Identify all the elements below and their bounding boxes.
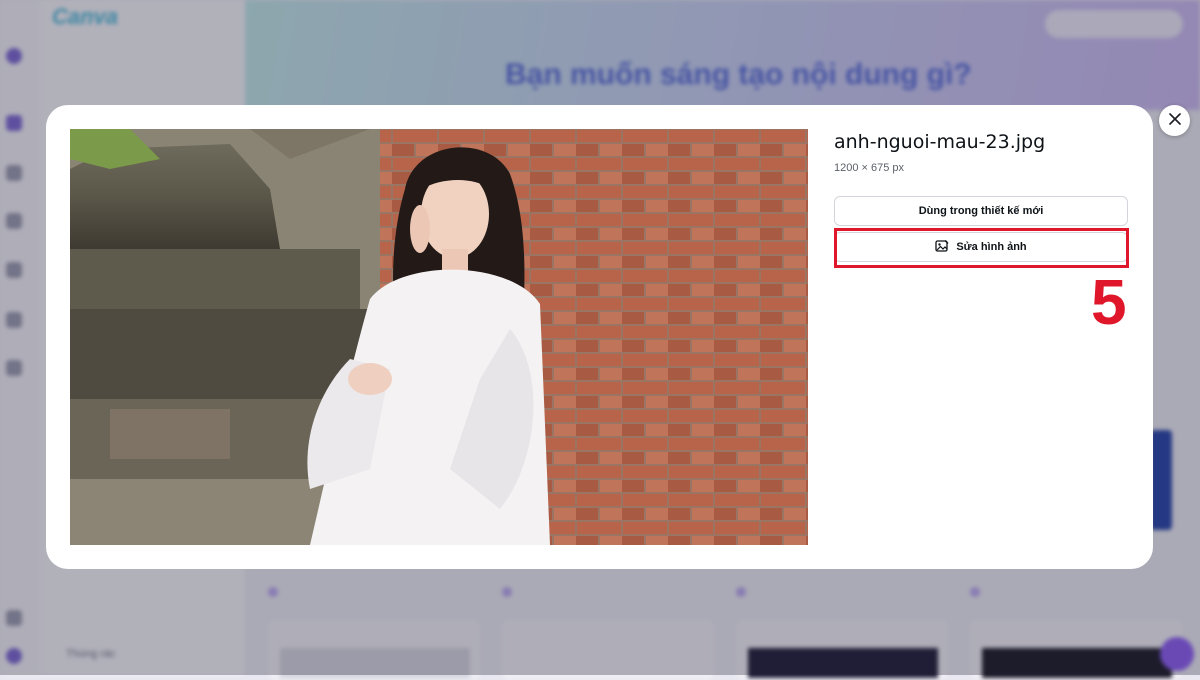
image-detail-modal: anh-nguoi-mau-23.jpg 1200 × 675 px Dùng … [46,105,1153,569]
close-button[interactable] [1159,105,1190,136]
highlight-box [834,228,1129,268]
button-label: Dùng trong thiết kế mới [918,205,1044,217]
use-in-new-design-button[interactable]: Dùng trong thiết kế mới [834,196,1128,226]
image-preview [70,129,808,545]
image-dimensions: 1200 × 675 px [834,162,905,174]
step-number: 5 [1091,266,1127,338]
photo-illustration [70,129,808,545]
close-icon [1168,112,1181,130]
file-name: anh-nguoi-mau-23.jpg [834,131,1046,153]
